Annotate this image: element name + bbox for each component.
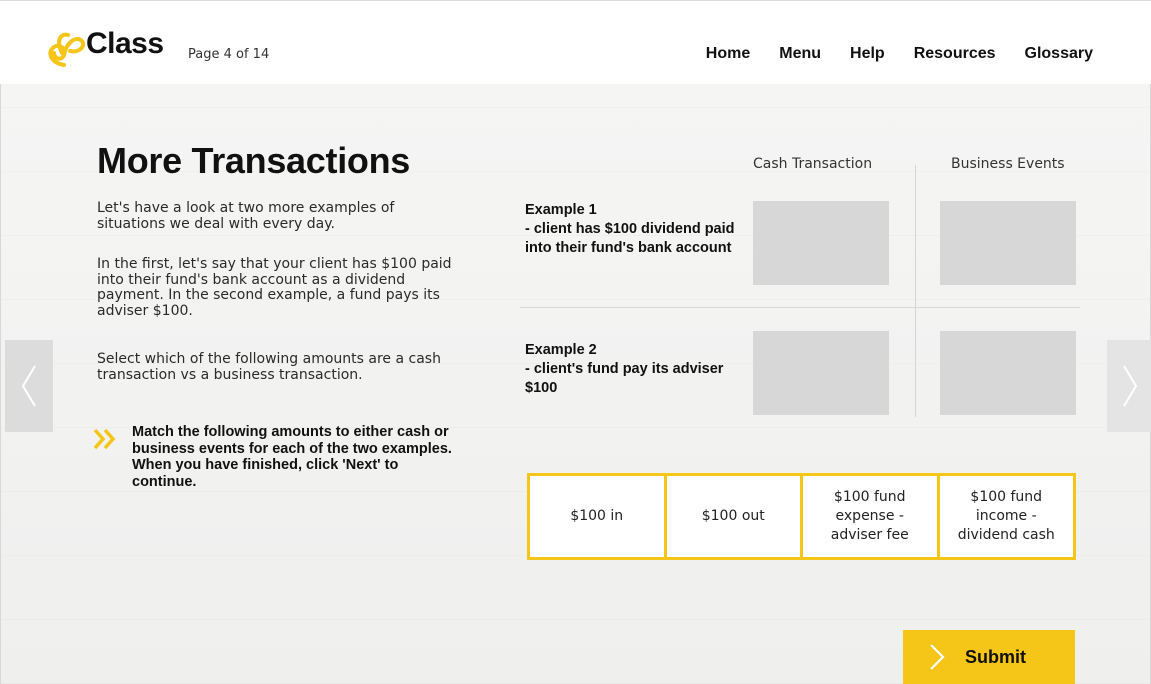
task-paragraph: Select which of the following amounts ar…	[97, 351, 441, 383]
drop-zone-example1-business[interactable]	[940, 201, 1076, 285]
option-fund-income[interactable]: $100 fund income - dividend cash	[940, 476, 1074, 557]
header-bar: Class Page 4 of 14 Home Menu Help Resour…	[0, 0, 1151, 84]
intro-paragraph: Let's have a look at two more examples o…	[97, 200, 395, 232]
example-2: Example 2 - client's fund pay its advise…	[525, 341, 745, 398]
chevron-right-icon	[930, 644, 945, 670]
option-100-in[interactable]: $100 in	[530, 476, 667, 557]
answer-options: $100 in $100 out $100 fund expense - adv…	[527, 473, 1076, 560]
nav-help[interactable]: Help	[850, 45, 885, 63]
class-logo-icon[interactable]	[42, 29, 86, 69]
example-1-description: - client has $100 dividend paid into the…	[525, 221, 735, 256]
nav-glossary[interactable]: Glossary	[1025, 45, 1093, 63]
example-2-title: Example 2	[525, 342, 597, 358]
option-fund-expense[interactable]: $100 fund expense - adviser fee	[803, 476, 940, 557]
drop-zone-example2-cash[interactable]	[753, 331, 889, 415]
brand-name: Class	[86, 27, 164, 60]
scenario-paragraph: In the first, let's say that your client…	[97, 256, 452, 319]
grid-divider-vertical	[915, 165, 916, 417]
drop-zone-example1-cash[interactable]	[753, 201, 889, 285]
example-1-title: Example 1	[525, 202, 597, 218]
nav-home[interactable]: Home	[706, 45, 750, 63]
next-page-button[interactable]	[1107, 340, 1151, 432]
option-100-out[interactable]: $100 out	[667, 476, 803, 557]
prev-page-button[interactable]	[5, 340, 53, 432]
example-2-description: - client's fund pay its adviser $100	[525, 361, 724, 396]
page-title: More Transactions	[97, 140, 410, 181]
chevron-left-icon	[21, 365, 36, 407]
example-1: Example 1 - client has $100 dividend pai…	[525, 201, 745, 258]
page-counter: Page 4 of 14	[188, 47, 270, 62]
grid-divider-horizontal	[520, 307, 1080, 308]
nav-resources[interactable]: Resources	[914, 45, 996, 63]
column-header-business: Business Events	[951, 156, 1065, 172]
top-nav: Home Menu Help Resources Glossary	[677, 45, 1093, 63]
instruction-text: Match the following amounts to either ca…	[132, 424, 452, 490]
double-chevron-icon	[93, 428, 116, 450]
column-header-cash: Cash Transaction	[753, 156, 873, 172]
drop-zone-example2-business[interactable]	[940, 331, 1076, 415]
submit-label: Submit	[965, 646, 1026, 667]
chevron-right-icon	[1123, 365, 1138, 407]
submit-button[interactable]: Submit	[903, 630, 1075, 684]
nav-menu[interactable]: Menu	[779, 45, 821, 63]
